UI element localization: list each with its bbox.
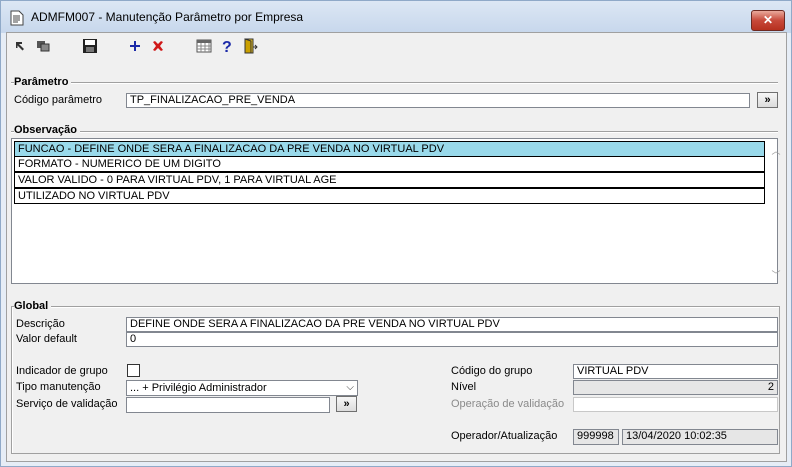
codigo-parametro-lookup-button[interactable]: » <box>757 92 778 108</box>
parametro-legend: Parâmetro <box>14 76 72 88</box>
codigo-grupo-field[interactable]: VIRTUAL PDV <box>573 364 778 379</box>
servico-validacao-label: Serviço de validação <box>16 398 118 410</box>
scroll-down-icon[interactable]: ﹀ <box>770 269 782 281</box>
title-bar[interactable]: ADMFM007 - Manutenção Parâmetro por Empr… <box>1 1 791 33</box>
tipo-manutencao-label: Tipo manutenção <box>16 381 101 393</box>
help-icon[interactable]: ? <box>219 38 235 54</box>
parametro-group-line <box>11 82 778 84</box>
observacao-line[interactable]: FORMATO - NUMERICO DE UM DIGITO <box>14 156 765 172</box>
indicador-grupo-checkbox[interactable] <box>127 364 140 377</box>
navigate-icon[interactable] <box>13 38 29 54</box>
codigo-parametro-field[interactable]: TP_FINALIZACAO_PRE_VENDA <box>126 93 750 108</box>
indicador-grupo-label: Indicador de grupo <box>16 365 108 377</box>
descricao-label: Descrição <box>16 318 65 330</box>
operacao-validacao-field <box>573 397 778 412</box>
tipo-manutencao-value: ... + Privilégio Administrador <box>130 382 267 394</box>
exit-door-icon[interactable] <box>242 38 258 54</box>
scroll-up-icon[interactable]: ︿ <box>770 145 782 157</box>
operador-atualizacao-label: Operador/Atualização <box>451 430 558 442</box>
calendar-grid-icon[interactable] <box>196 38 212 54</box>
nivel-field: 2 <box>573 380 778 395</box>
add-icon[interactable] <box>127 38 143 54</box>
save-icon[interactable] <box>82 38 98 54</box>
tipo-manutencao-select[interactable]: ... + Privilégio Administrador ⌵ <box>126 380 358 396</box>
document-icon <box>10 10 24 26</box>
operacao-validacao-label: Operação de validação <box>451 398 565 410</box>
descricao-field[interactable]: DEFINE ONDE SERA A FINALIZACAO DA PRE VE… <box>126 317 778 332</box>
window-title: ADMFM007 - Manutenção Parâmetro por Empr… <box>31 10 304 24</box>
operador-field: 999998 <box>573 429 619 445</box>
nivel-label: Nível <box>451 381 477 393</box>
observacao-legend: Observação <box>14 124 80 136</box>
observacao-memo[interactable]: FUNCAO - DEFINE ONDE SERA A FINALIZACAO … <box>11 138 781 284</box>
svg-text:?: ? <box>222 39 232 54</box>
valor-default-field[interactable]: 0 <box>126 332 778 347</box>
codigo-parametro-label: Código parâmetro <box>14 94 103 106</box>
observacao-line[interactable]: VALOR VALIDO - 0 PARA VIRTUAL PDV, 1 PAR… <box>14 172 765 188</box>
observacao-group-line <box>11 131 778 133</box>
observacao-line[interactable]: UTILIZADO NO VIRTUAL PDV <box>14 188 765 204</box>
servico-validacao-lookup-button[interactable]: » <box>336 396 357 412</box>
global-legend: Global <box>14 300 52 312</box>
close-button[interactable]: ✕ <box>751 10 785 31</box>
atualizacao-field: 13/04/2020 10:02:35 <box>622 429 778 445</box>
delete-icon[interactable] <box>150 38 166 54</box>
chevron-down-icon[interactable]: ⌵ <box>346 381 354 395</box>
valor-default-label: Valor default <box>16 333 77 345</box>
multi-window-icon[interactable] <box>35 38 51 54</box>
servico-validacao-field[interactable] <box>126 397 330 413</box>
observacao-line[interactable]: FUNCAO - DEFINE ONDE SERA A FINALIZACAO … <box>14 141 765 157</box>
codigo-grupo-label: Código do grupo <box>451 365 533 377</box>
